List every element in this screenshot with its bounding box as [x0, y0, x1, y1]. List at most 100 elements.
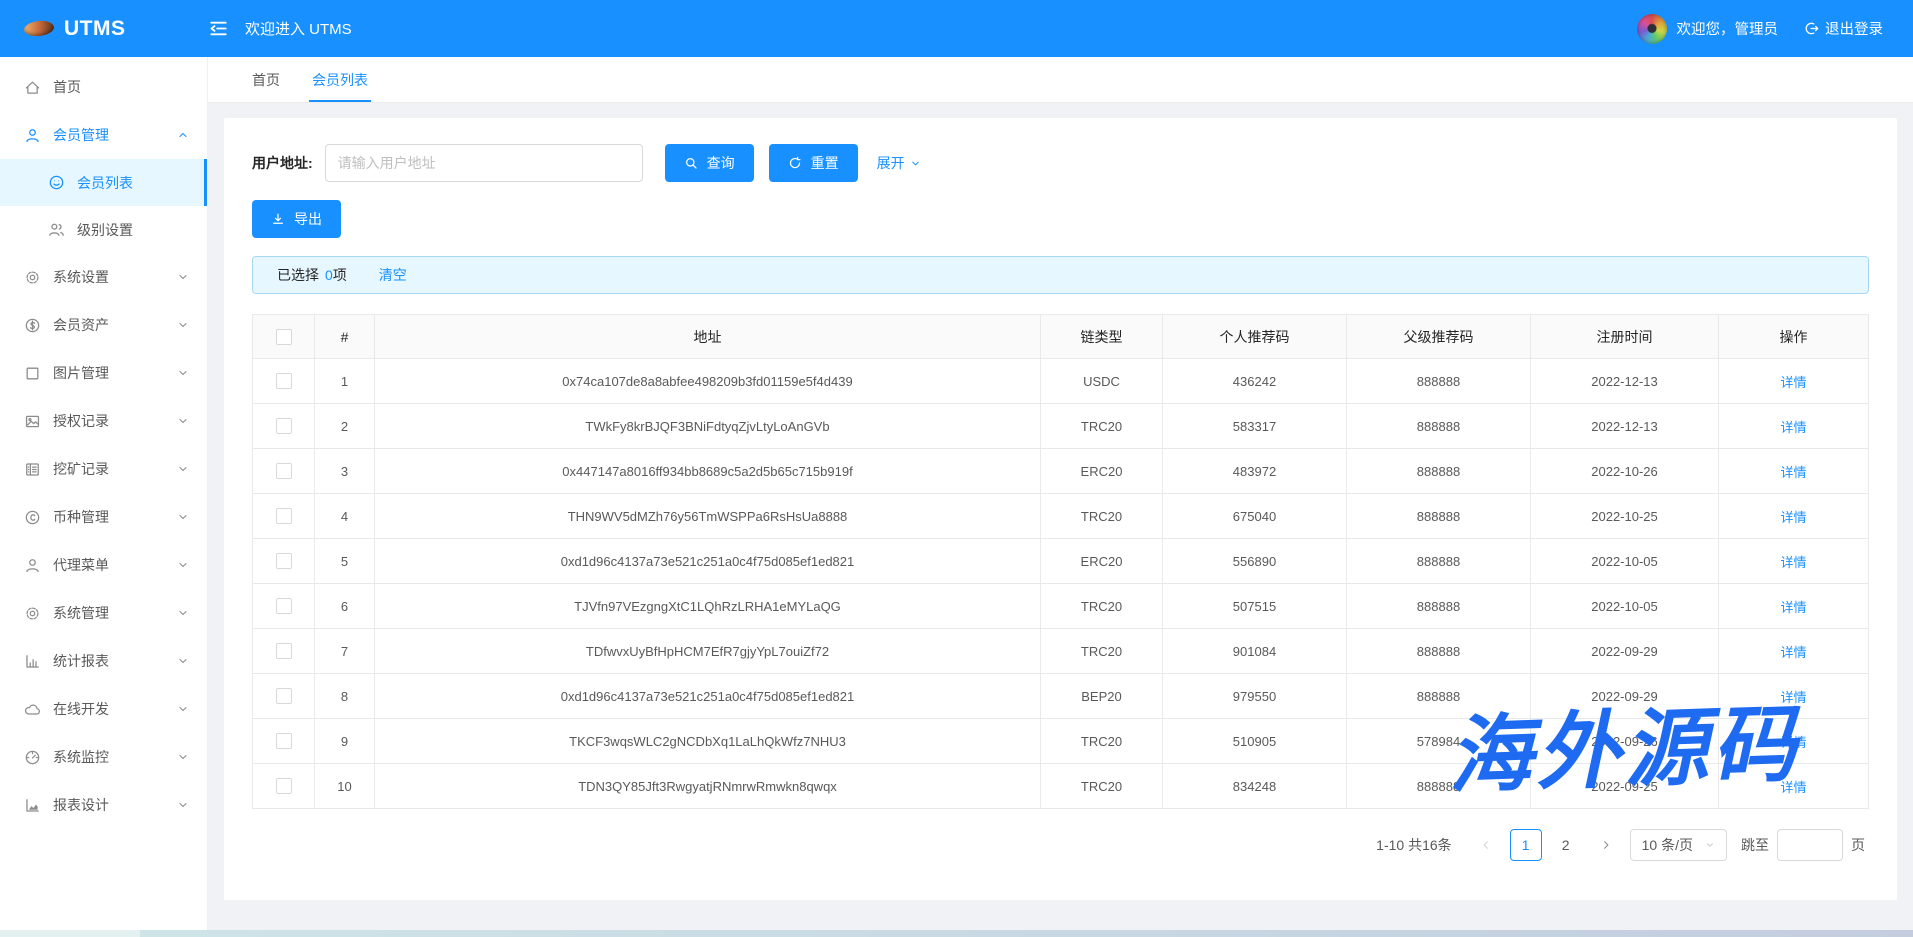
pagination-prev-button[interactable] — [1470, 829, 1502, 861]
sidebar-item-member-assets[interactable]: 会员资产 — [0, 301, 207, 349]
detail-link[interactable]: 详情 — [1780, 375, 1806, 390]
column-header-0: # — [315, 315, 375, 359]
table-icon — [24, 461, 41, 478]
row-parent-referral-code: 578984 — [1347, 719, 1531, 764]
reset-button[interactable]: 重置 — [769, 144, 858, 182]
pagination-page-1[interactable]: 1 — [1510, 829, 1542, 861]
row-checkbox[interactable] — [276, 778, 292, 794]
sidebar-item-label: 系统监控 — [53, 747, 165, 767]
row-referral-code: 483972 — [1163, 449, 1347, 494]
sidebar-item-mining-records[interactable]: 挖矿记录 — [0, 445, 207, 493]
sidebar-item-level-settings[interactable]: 级别设置 — [0, 206, 207, 253]
detail-link[interactable]: 详情 — [1780, 510, 1806, 525]
row-chain-type: ERC20 — [1041, 539, 1163, 584]
sidebar-item-statistics-report[interactable]: 统计报表 — [0, 637, 207, 685]
detail-link[interactable]: 详情 — [1780, 645, 1806, 660]
sidebar-item-image-management[interactable]: 图片管理 — [0, 349, 207, 397]
avatar[interactable] — [1637, 14, 1667, 44]
jump-page-input[interactable] — [1777, 829, 1843, 861]
row-index: 3 — [315, 449, 375, 494]
row-index: 10 — [315, 764, 375, 809]
row-referral-code: 834248 — [1163, 764, 1347, 809]
row-referral-code: 901084 — [1163, 629, 1347, 674]
smile-icon — [48, 174, 65, 191]
row-parent-referral-code: 888888 — [1347, 764, 1531, 809]
row-chain-type: TRC20 — [1041, 494, 1163, 539]
row-checkbox[interactable] — [276, 418, 292, 434]
row-checkbox[interactable] — [276, 553, 292, 569]
tab-member-list[interactable]: 会员列表 — [296, 57, 384, 102]
sidebar-item-member-management[interactable]: 会员管理 — [0, 111, 207, 159]
logout-button[interactable]: 退出登录 — [1804, 18, 1883, 39]
pagination-total: 1-10 共16条 — [1376, 835, 1451, 855]
sidebar-item-system-settings[interactable]: 系统设置 — [0, 253, 207, 301]
user-icon — [24, 557, 41, 574]
row-select-cell — [253, 539, 315, 584]
row-register-date: 2022-09-25 — [1531, 764, 1719, 809]
table-row: 80xd1d96c4137a73e521c251a0c4f75d085ef1ed… — [253, 674, 1869, 719]
pagination-page-2[interactable]: 2 — [1550, 829, 1582, 861]
app-header: UTMS 欢迎进入 UTMS 欢迎您，管理员 退出登录 — [0, 0, 1913, 57]
sidebar-item-agent-menu[interactable]: 代理菜单 — [0, 541, 207, 589]
row-checkbox[interactable] — [276, 598, 292, 614]
address-search-input[interactable] — [325, 144, 643, 182]
sidebar-item-system-monitor[interactable]: 系统监控 — [0, 733, 207, 781]
pagination-next-button[interactable] — [1590, 829, 1622, 861]
detail-link[interactable]: 详情 — [1780, 420, 1806, 435]
select-all-checkbox[interactable] — [276, 329, 292, 345]
expand-link[interactable]: 展开 — [877, 153, 921, 173]
row-checkbox[interactable] — [276, 508, 292, 524]
sidebar-item-system-management[interactable]: 系统管理 — [0, 589, 207, 637]
table-row: 9TKCF3wqsWLC2gNCDbXq1LaLhQkWfz7NHU3TRC20… — [253, 719, 1869, 764]
sidebar-item-authorization-records[interactable]: 授权记录 — [0, 397, 207, 445]
row-select-cell — [253, 674, 315, 719]
table-row: 4THN9WV5dMZh76y56TmWSPPa6RsHsUa8888TRC20… — [253, 494, 1869, 539]
clear-selection-link[interactable]: 清空 — [379, 265, 407, 285]
row-checkbox[interactable] — [276, 463, 292, 479]
row-checkbox[interactable] — [276, 373, 292, 389]
query-button[interactable]: 查询 — [665, 144, 754, 182]
detail-link[interactable]: 详情 — [1780, 600, 1806, 615]
row-checkbox[interactable] — [276, 688, 292, 704]
sidebar-item-online-development[interactable]: 在线开发 — [0, 685, 207, 733]
member-list-card: 用户地址: 查询 重置 展开 — [224, 118, 1897, 900]
row-referral-code: 979550 — [1163, 674, 1347, 719]
tab-home[interactable]: 首页 — [236, 57, 296, 102]
sidebar-item-label: 统计报表 — [53, 651, 165, 671]
row-address: TDfwvxUyBfHpHCM7EfR7gjyYpL7ouiZf72 — [375, 629, 1041, 674]
row-chain-type: ERC20 — [1041, 449, 1163, 494]
detail-link[interactable]: 详情 — [1780, 735, 1806, 750]
chevron-down-icon — [177, 751, 189, 763]
row-action-cell: 详情 — [1719, 629, 1869, 674]
row-checkbox[interactable] — [276, 643, 292, 659]
logo-text: UTMS — [64, 17, 126, 41]
selection-prefix: 已选择 — [277, 265, 319, 285]
page-size-select[interactable]: 10 条/页 — [1630, 829, 1727, 861]
sidebar-item-label: 在线开发 — [53, 699, 165, 719]
menu-collapse-button[interactable] — [208, 18, 229, 39]
row-register-date: 2022-09-26 — [1531, 719, 1719, 764]
row-checkbox[interactable] — [276, 733, 292, 749]
sidebar-item-coin-management[interactable]: 币种管理 — [0, 493, 207, 541]
sidebar-item-home[interactable]: 首页 — [0, 63, 207, 111]
image-icon — [24, 413, 41, 430]
sidebar-item-label: 图片管理 — [53, 363, 165, 383]
detail-link[interactable]: 详情 — [1780, 465, 1806, 480]
detail-link[interactable]: 详情 — [1780, 690, 1806, 705]
row-action-cell: 详情 — [1719, 404, 1869, 449]
export-button[interactable]: 导出 — [252, 200, 341, 238]
row-action-cell: 详情 — [1719, 539, 1869, 584]
chevron-down-icon — [177, 415, 189, 427]
detail-link[interactable]: 详情 — [1780, 780, 1806, 795]
selection-alert: 已选择 0 项 清空 — [252, 256, 1869, 294]
horizontal-scrollbar-thumb[interactable] — [0, 930, 140, 937]
horizontal-scrollbar[interactable] — [0, 930, 1913, 937]
detail-link[interactable]: 详情 — [1780, 555, 1806, 570]
row-register-date: 2022-09-29 — [1531, 629, 1719, 674]
sidebar-item-label: 会员列表 — [77, 173, 189, 193]
content-area: 首页会员列表 用户地址: 查询 重置 展开 — [208, 57, 1913, 937]
sidebar-item-member-list[interactable]: 会员列表 — [0, 159, 207, 206]
sidebar-item-report-design[interactable]: 报表设计 — [0, 781, 207, 829]
logout-icon — [1804, 21, 1819, 36]
bar-chart-icon — [24, 653, 41, 670]
